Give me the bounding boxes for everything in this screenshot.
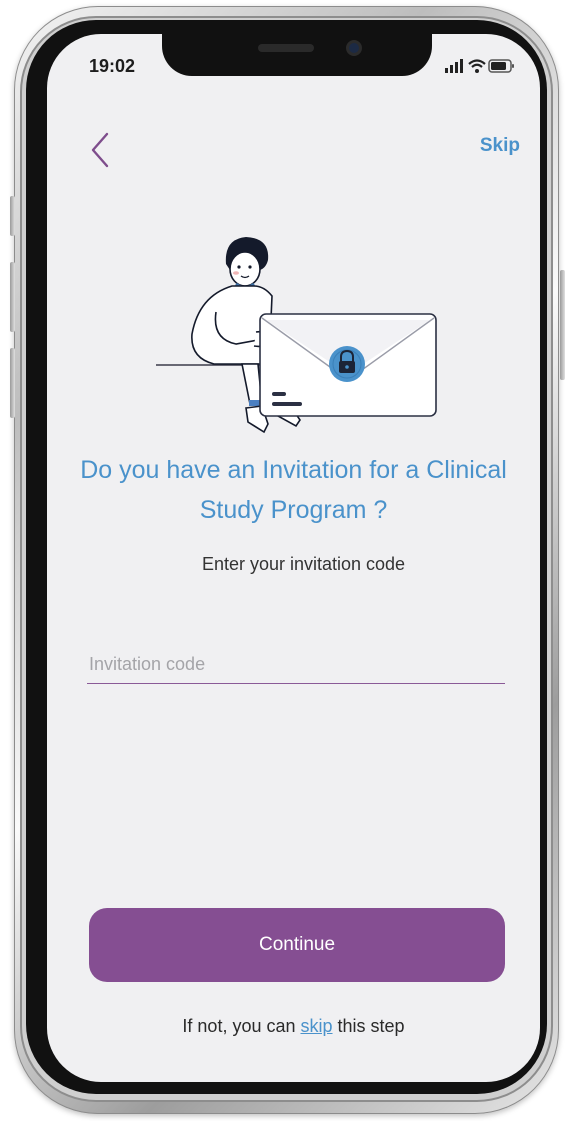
back-button[interactable]	[85, 130, 121, 170]
continue-button[interactable]: Continue	[89, 908, 505, 982]
status-time: 19:02	[89, 56, 136, 76]
footer-prefix: If not, you can	[182, 1016, 301, 1036]
device-mockup: 19:02 Skip Do you have an Invitation for…	[0, 0, 575, 1121]
wifi-icon	[468, 59, 486, 73]
padlock-icon	[329, 346, 365, 382]
skip-link[interactable]: skip	[301, 1016, 333, 1036]
subtitle: Enter your invitation code	[201, 554, 406, 574]
status-icons	[445, 59, 514, 73]
speaker-grille	[258, 44, 314, 52]
chevron-left-icon	[91, 132, 109, 168]
volume-down-button	[10, 348, 15, 418]
power-button	[560, 270, 565, 380]
invitation-code-input[interactable]	[87, 646, 505, 684]
front-camera	[346, 40, 362, 56]
volume-up-button	[10, 262, 15, 332]
footer-suffix: this step	[332, 1016, 405, 1036]
person-with-locked-envelope-illustration	[156, 237, 437, 434]
notch	[162, 34, 432, 76]
mute-switch	[10, 196, 15, 236]
battery-icon	[488, 59, 514, 73]
app-screen: 19:02 Skip Do you have an Invitation for…	[47, 34, 540, 1082]
cellular-signal-icon	[445, 59, 463, 73]
page-title: Do you have an Invitation for a Clinical…	[80, 456, 507, 524]
skip-button[interactable]: Skip	[480, 135, 520, 157]
skip-step-note: If not, you can skip this step	[67, 1016, 520, 1037]
